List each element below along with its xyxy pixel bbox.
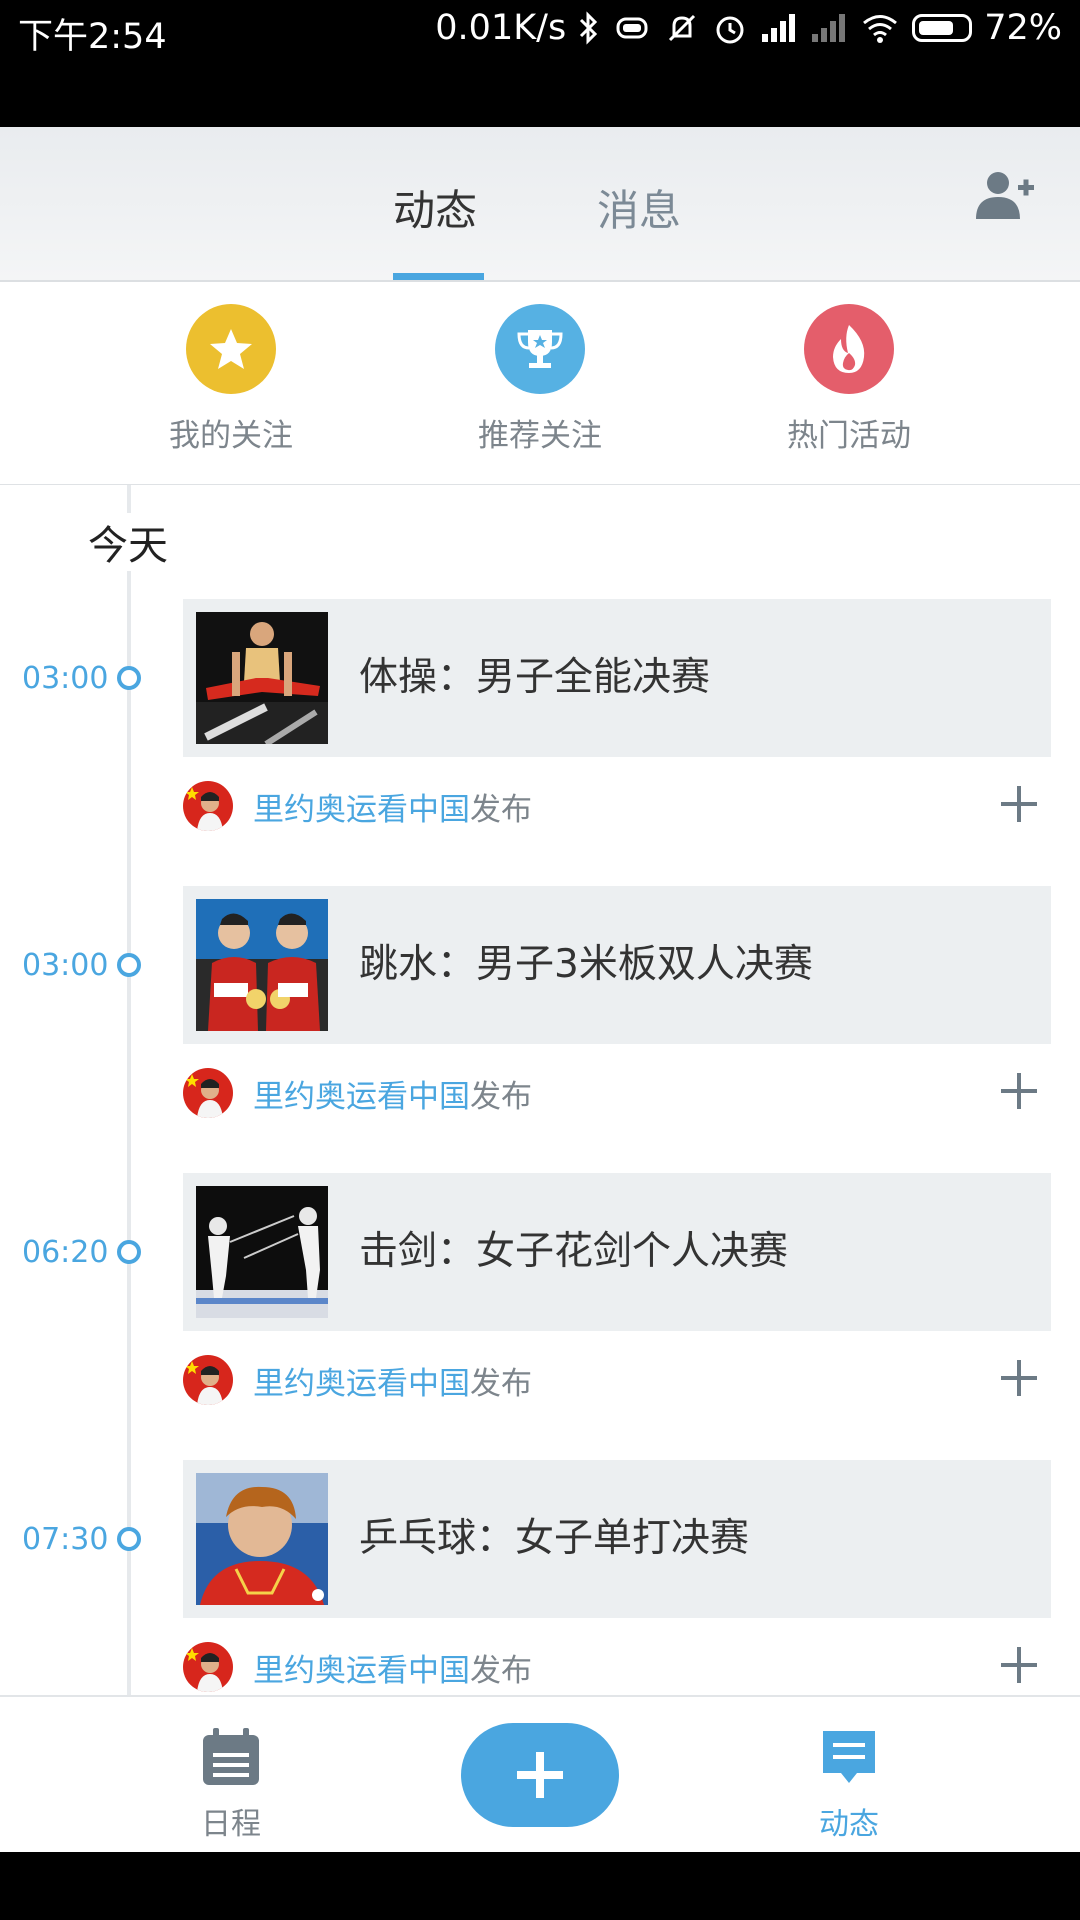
plus-icon[interactable] <box>999 784 1039 824</box>
event-time: 06:20 <box>22 1235 109 1270</box>
plus-icon[interactable] <box>999 1358 1039 1398</box>
publish-suffix: 发布 <box>470 1079 532 1115</box>
recommended-follows-button[interactable]: 推荐关注 <box>440 304 640 455</box>
vibrate-icon <box>616 17 648 39</box>
event-thumbnail <box>196 1473 328 1605</box>
battery-percent: 72% <box>984 8 1062 48</box>
net-speed: 0.01K/s <box>435 8 567 48</box>
quick-actions: 我的关注 推荐关注 热门活动 <box>0 282 1080 487</box>
feed-item: 06:20 击剑：女子花剑个人决赛 里约奥运看中国发布 <box>0 1173 1080 1460</box>
avatar[interactable] <box>183 1642 233 1692</box>
publisher-row: 里约奥运看中国发布 <box>183 776 1051 836</box>
nav-feed[interactable]: 动态 <box>769 1725 929 1843</box>
feed-item: 03:00 体操：男子全能决赛 里约奥运看中国发布 <box>0 599 1080 886</box>
plus-icon[interactable] <box>999 1645 1039 1685</box>
timeline-dot <box>117 1527 141 1551</box>
publisher-row: 里约奥运看中国发布 <box>183 1350 1051 1410</box>
publisher-name[interactable]: 里约奥运看中国 <box>253 1079 470 1115</box>
add-button[interactable] <box>461 1723 619 1827</box>
feed-timeline: 今天 03:00 体操：男子全能决赛 里约奥运看中国发布 03:00 跳水：男子… <box>0 485 1080 1695</box>
event-time: 03:00 <box>22 948 109 983</box>
signal-icon <box>762 14 796 42</box>
hot-events-label: 热门活动 <box>787 418 911 454</box>
feed-icon <box>823 1731 875 1783</box>
section-label-today: 今天 <box>84 513 172 571</box>
recommended-follows-label: 推荐关注 <box>478 418 602 454</box>
bluetooth-icon <box>580 11 598 45</box>
avatar[interactable] <box>183 1068 233 1118</box>
timeline-dot <box>117 666 141 690</box>
publisher-row: 里约奥运看中国发布 <box>183 1637 1051 1695</box>
publisher-name[interactable]: 里约奥运看中国 <box>253 792 470 828</box>
battery-icon <box>912 14 973 42</box>
nav-feed-label: 动态 <box>819 1807 879 1842</box>
timeline-dot <box>117 1240 141 1264</box>
hot-events-button[interactable]: 热门活动 <box>749 304 949 455</box>
event-thumbnail <box>196 1186 328 1318</box>
event-card[interactable]: 跳水：男子3米板双人决赛 <box>183 886 1051 1044</box>
event-thumbnail <box>196 899 328 1031</box>
publisher-text[interactable]: 里约奥运看中国发布 <box>253 1645 532 1690</box>
top-tab-bar: 动态 消息 <box>0 127 1080 282</box>
timeline-dot <box>117 953 141 977</box>
flame-icon <box>804 304 894 394</box>
status-bar: 下午2:54 0.01K/s 72% <box>0 0 1080 127</box>
publisher-row: 里约奥运看中国发布 <box>183 1063 1051 1123</box>
event-thumbnail <box>196 612 328 744</box>
publisher-name[interactable]: 里约奥运看中国 <box>253 1366 470 1402</box>
event-time: 07:30 <box>22 1522 109 1557</box>
event-card[interactable]: 击剑：女子花剑个人决赛 <box>183 1173 1051 1331</box>
publisher-text[interactable]: 里约奥运看中国发布 <box>253 1071 532 1116</box>
plus-icon[interactable] <box>999 1071 1039 1111</box>
system-nav-bar <box>0 1852 1080 1920</box>
status-icons: 0.01K/s 72% <box>435 8 1062 48</box>
event-card[interactable]: 体操：男子全能决赛 <box>183 599 1051 757</box>
event-title: 乒乓球：女子单打决赛 <box>359 1516 750 1561</box>
tab-feed[interactable]: 动态 <box>393 177 477 238</box>
bottom-nav: 日程 动态 <box>0 1695 1080 1854</box>
publisher-name[interactable]: 里约奥运看中国 <box>253 1653 470 1689</box>
event-title: 击剑：女子花剑个人决赛 <box>359 1229 789 1274</box>
add-user-icon[interactable] <box>974 169 1036 223</box>
publish-suffix: 发布 <box>470 1366 532 1402</box>
publish-suffix: 发布 <box>470 1653 532 1689</box>
signal-weak-icon <box>812 14 846 42</box>
trophy-icon <box>495 304 585 394</box>
nav-schedule[interactable]: 日程 <box>151 1725 311 1843</box>
my-follows-label: 我的关注 <box>169 418 293 454</box>
publisher-text[interactable]: 里约奥运看中国发布 <box>253 784 532 829</box>
feed-item: 07:30 乒乓球：女子单打决赛 里约奥运看中国发布 <box>0 1460 1080 1695</box>
star-icon <box>186 304 276 394</box>
avatar[interactable] <box>183 1355 233 1405</box>
status-time: 下午2:54 <box>18 17 167 57</box>
feed-item: 03:00 跳水：男子3米板双人决赛 里约奥运看中国发布 <box>0 886 1080 1173</box>
avatar[interactable] <box>183 781 233 831</box>
alarm-icon <box>716 16 744 44</box>
my-follows-button[interactable]: 我的关注 <box>131 304 331 455</box>
event-title: 体操：男子全能决赛 <box>359 655 711 700</box>
event-card[interactable]: 乒乓球：女子单打决赛 <box>183 1460 1051 1618</box>
event-time: 03:00 <box>22 661 109 696</box>
publish-suffix: 发布 <box>470 792 532 828</box>
active-tab-indicator <box>393 273 484 280</box>
mute-bell-icon <box>669 14 696 42</box>
publisher-text[interactable]: 里约奥运看中国发布 <box>253 1358 532 1403</box>
tab-messages[interactable]: 消息 <box>597 177 681 238</box>
event-title: 跳水：男子3米板双人决赛 <box>359 942 813 987</box>
calendar-icon <box>203 1728 259 1785</box>
wifi-icon <box>863 15 898 43</box>
plus-icon <box>517 1752 563 1798</box>
nav-schedule-label: 日程 <box>201 1807 261 1842</box>
